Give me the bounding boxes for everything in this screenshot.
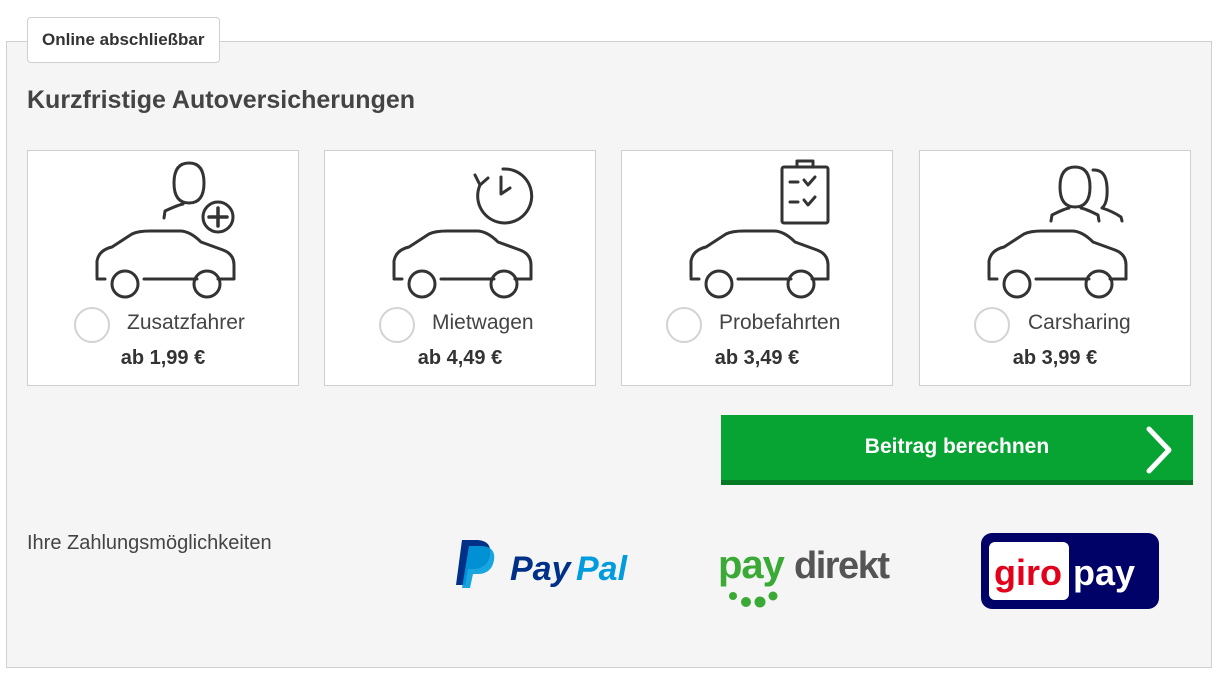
paydirekt-pay-text: pay (718, 543, 786, 587)
paypal-logo: Pay Pal (456, 540, 629, 588)
radio-mietwagen[interactable] (379, 307, 415, 343)
option-label-probefahrten: Probefahrten (719, 311, 841, 334)
radio-carsharing[interactable] (974, 307, 1010, 343)
chevron-right-icon (1146, 426, 1172, 474)
option-card-mietwagen[interactable]: Mietwagen ab 4,49 € (324, 150, 596, 386)
giropay-giro-text: giro (994, 552, 1062, 593)
option-label-carsharing: Carsharing (1028, 311, 1131, 334)
giropay-logo: giro pay (981, 533, 1159, 609)
giropay-pay-text: pay (1073, 552, 1135, 593)
paydirekt-dots-icon (729, 591, 778, 608)
car-two-people-icon (987, 165, 1128, 299)
calculate-premium-label: Beitrag berechnen (864, 435, 1050, 458)
option-price-zusatzfahrer: ab 1,99 € (120, 347, 206, 369)
car-checklist-icon (689, 159, 830, 299)
option-price-mietwagen: ab 4,49 € (417, 347, 503, 369)
option-card-probefahrten[interactable]: Probefahrten ab 3,49 € (621, 150, 893, 386)
radio-zusatzfahrer[interactable] (74, 307, 110, 343)
paypal-mark-icon (456, 540, 495, 588)
option-card-carsharing[interactable]: Carsharing ab 3,99 € (919, 150, 1191, 386)
option-price-probefahrten: ab 3,49 € (714, 347, 800, 369)
radio-probefahrten[interactable] (666, 307, 702, 343)
calculate-premium-button[interactable]: Beitrag berechnen (721, 415, 1193, 485)
option-label-mietwagen: Mietwagen (432, 311, 534, 334)
online-badge: Online abschließbar (27, 17, 220, 63)
payment-options-label: Ihre Zahlungsmöglichkeiten (27, 532, 272, 554)
option-card-zusatzfahrer[interactable]: Zusatzfahrer ab 1,99 € (27, 150, 299, 386)
option-label-zusatzfahrer: Zusatzfahrer (127, 311, 245, 334)
section-title: Kurzfristige Autoversicherungen (27, 86, 416, 114)
car-clock-icon (392, 167, 534, 299)
paydirekt-direkt-text: direkt (794, 545, 890, 587)
car-add-driver-icon (95, 161, 236, 299)
option-price-carsharing: ab 3,99 € (1012, 347, 1098, 369)
paypal-pal-text: Pal (576, 550, 629, 588)
paydirekt-logo: pay direkt (718, 543, 892, 608)
paypal-pay-text: Pay (510, 550, 573, 588)
